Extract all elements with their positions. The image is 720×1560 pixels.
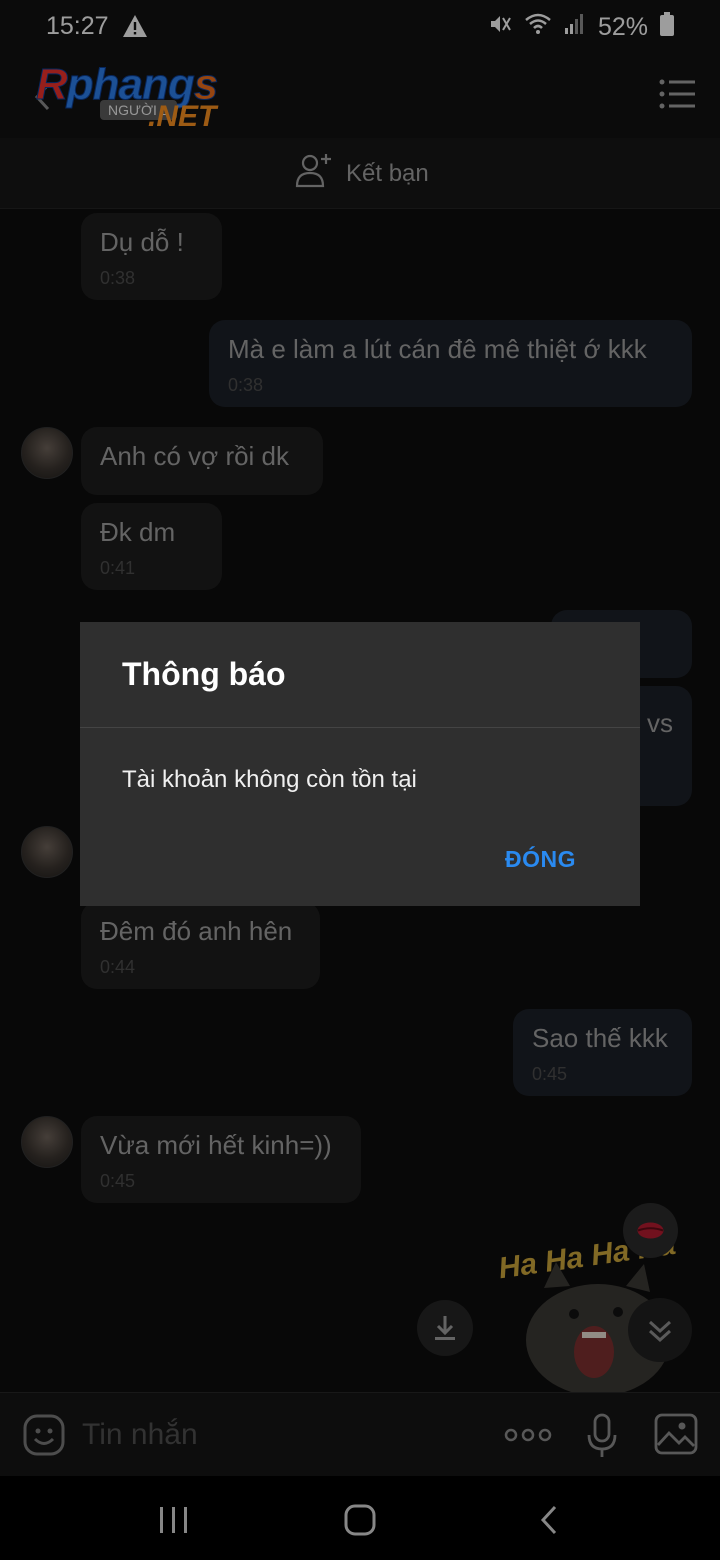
notice-dialog: Thông báo Tài khoản không còn tồn tại ĐÓ…	[80, 622, 640, 906]
dialog-message: Tài khoản không còn tồn tại	[122, 766, 417, 793]
dialog-divider	[80, 727, 640, 728]
dialog-title: Thông báo	[122, 656, 286, 692]
close-button[interactable]: ĐÓNG	[505, 846, 576, 873]
